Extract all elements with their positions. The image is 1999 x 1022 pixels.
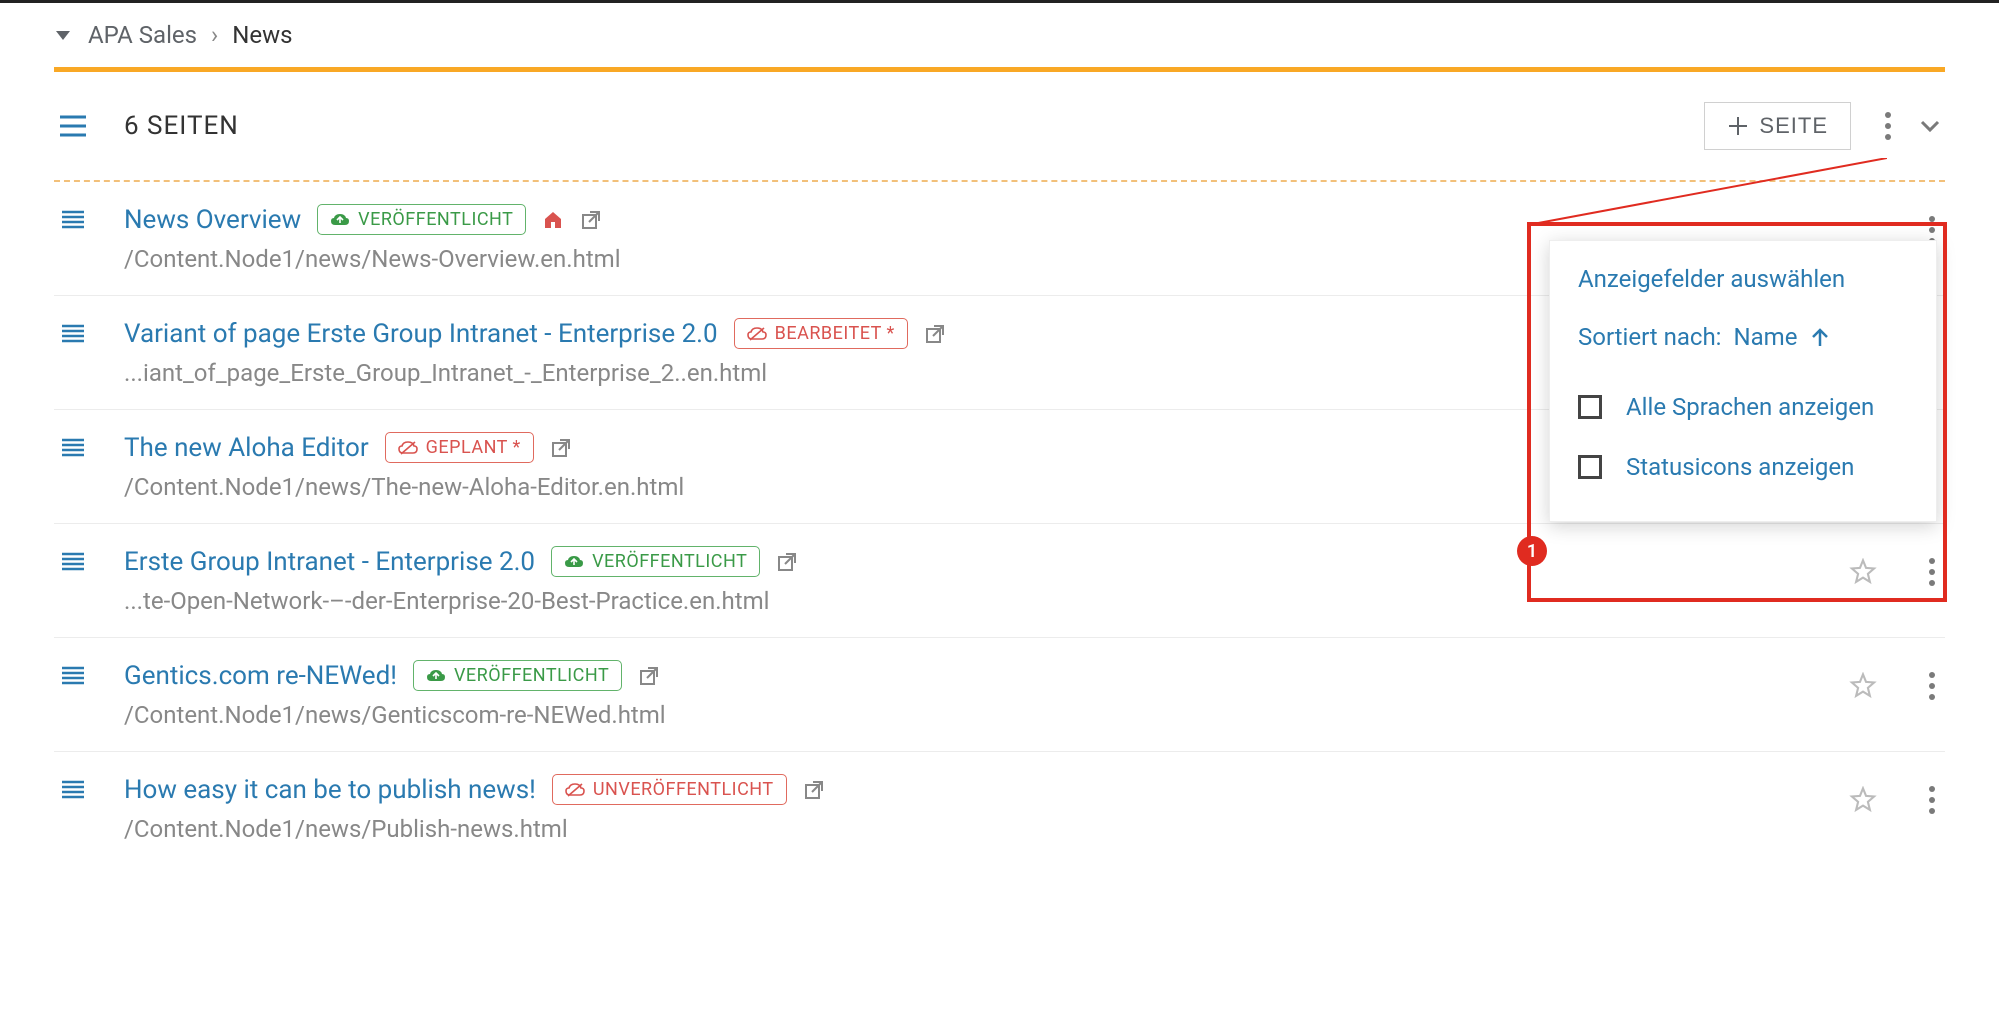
breadcrumb: APA Sales › News [0, 3, 1999, 67]
cloud-off-icon [398, 441, 418, 455]
page-lines-icon [56, 318, 90, 344]
dropdown-opt-all-langs[interactable]: Alle Sprachen anzeigen [1578, 377, 1908, 437]
sort-field: Name [1734, 323, 1798, 351]
page-title-link[interactable]: Gentics.com re-NEWed! [124, 661, 397, 691]
dropdown-opt-status-icons[interactable]: Statusicons anzeigen [1578, 437, 1908, 497]
breadcrumb-separator: › [211, 21, 218, 49]
page-path: /Content.Node1/news/Publish-news.html [124, 815, 1815, 843]
section-title: 6 SEITEN [124, 111, 239, 141]
more-options-button[interactable] [1877, 104, 1899, 148]
page-list-item: Erste Group Intranet - Enterprise 2.0 VE… [0, 524, 1999, 637]
add-page-button[interactable]: SEITE [1704, 102, 1851, 150]
cloud-up-icon [330, 213, 350, 227]
checkbox-icon[interactable] [1578, 395, 1602, 419]
page-lines-icon [56, 660, 90, 686]
status-badge-published: VERÖFFENTLICHT [551, 546, 760, 577]
page-list-item: Gentics.com re-NEWed! VERÖFFENTLICHT /Co… [0, 638, 1999, 751]
status-badge-published: VERÖFFENTLICHT [413, 660, 622, 691]
sort-prefix: Sortiert nach: [1578, 323, 1722, 351]
breadcrumb-current[interactable]: News [232, 21, 292, 49]
cloud-up-icon [426, 669, 446, 683]
page-lines-icon [56, 432, 90, 458]
page-title-link[interactable]: Variant of page Erste Group Intranet - E… [124, 319, 718, 349]
page-lines-icon [56, 204, 90, 230]
external-link-icon[interactable] [803, 779, 825, 801]
item-more-button[interactable] [1921, 778, 1943, 822]
add-page-label: SEITE [1759, 113, 1828, 139]
external-link-icon[interactable] [776, 551, 798, 573]
page-path: /Content.Node1/news/Genticscom-re-NEWed.… [124, 701, 1815, 729]
node-selector[interactable]: APA Sales [56, 21, 197, 49]
breadcrumb-node: APA Sales [88, 21, 197, 49]
external-link-icon[interactable] [580, 209, 602, 231]
dropdown-sort[interactable]: Sortiert nach: Name [1578, 323, 1908, 351]
page-list-item: How easy it can be to publish news! UNVE… [0, 752, 1999, 865]
item-more-button[interactable] [1921, 664, 1943, 708]
status-badge-planned: GEPLANT * [385, 432, 534, 463]
view-options-dropdown: Anzeigefelder auswählen Sortiert nach: N… [1549, 240, 1937, 522]
cloud-off-icon [747, 327, 767, 341]
favorite-star[interactable] [1849, 672, 1877, 700]
opt-status-icons-label: Statusicons anzeigen [1626, 453, 1854, 481]
page-title-link[interactable]: News Overview [124, 205, 301, 235]
item-more-button[interactable] [1921, 550, 1943, 594]
caret-down-icon [56, 31, 70, 40]
cloud-off-icon [565, 783, 585, 797]
cloud-up-icon [564, 555, 584, 569]
status-badge-published: VERÖFFENTLICHT [317, 204, 526, 235]
page-lines-icon [56, 774, 90, 800]
dropdown-select-fields[interactable]: Anzeigefelder auswählen [1578, 265, 1908, 293]
list-lines-icon [56, 115, 90, 137]
favorite-star[interactable] [1849, 786, 1877, 814]
page-lines-icon [56, 546, 90, 572]
chevron-down-icon [1917, 113, 1943, 139]
collapse-toggle[interactable] [1917, 113, 1943, 139]
page-path: ...te-Open-Network-–-der-Enterprise-20-B… [124, 587, 1815, 615]
external-link-icon[interactable] [638, 665, 660, 687]
status-badge-edited: BEARBEITET * [734, 318, 908, 349]
checkbox-icon[interactable] [1578, 455, 1602, 479]
external-link-icon[interactable] [924, 323, 946, 345]
page-title-link[interactable]: How easy it can be to publish news! [124, 775, 536, 805]
home-icon [542, 210, 564, 230]
favorite-star[interactable] [1849, 558, 1877, 586]
callout-number-badge: 1 [1517, 536, 1547, 566]
opt-all-langs-label: Alle Sprachen anzeigen [1626, 393, 1874, 421]
external-link-icon[interactable] [550, 437, 572, 459]
section-header: 6 SEITEN SEITE [0, 72, 1999, 180]
page-title-link[interactable]: The new Aloha Editor [124, 433, 369, 463]
arrow-up-icon [1809, 326, 1831, 348]
plus-icon [1727, 115, 1749, 137]
status-badge-unpublished: UNVERÖFFENTLICHT [552, 774, 787, 805]
page-title-link[interactable]: Erste Group Intranet - Enterprise 2.0 [124, 547, 535, 577]
